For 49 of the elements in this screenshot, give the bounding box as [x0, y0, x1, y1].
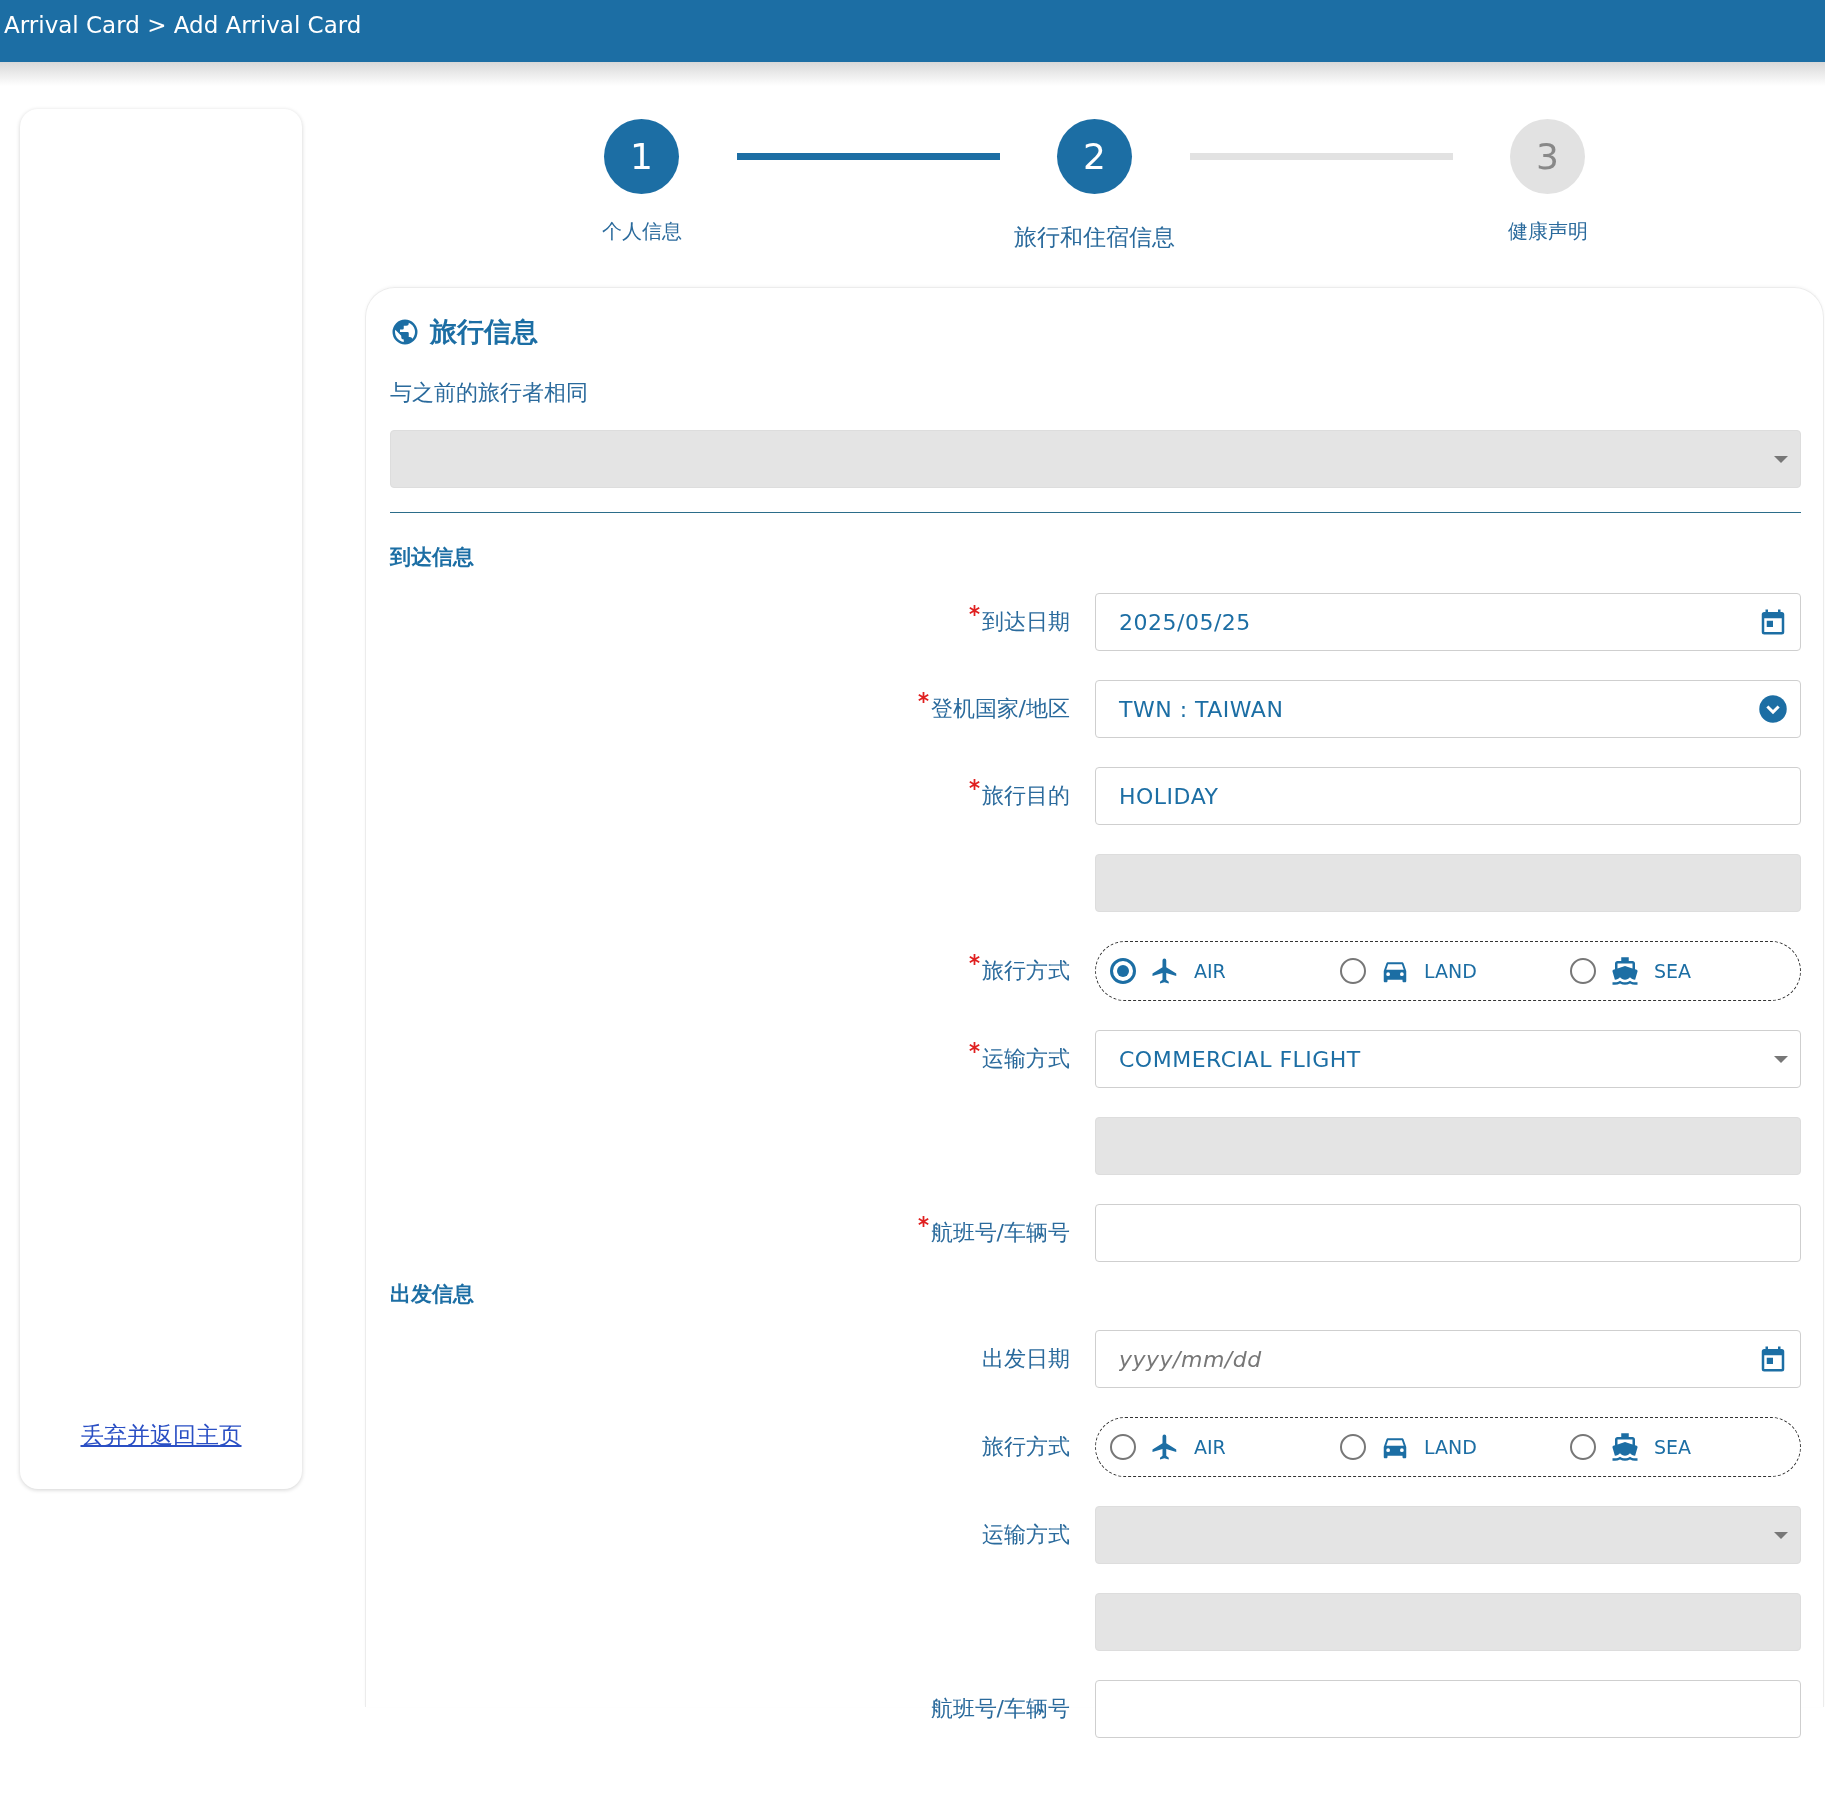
- radio-button[interactable]: [1570, 958, 1596, 984]
- group-heading: 出发信息: [390, 1281, 474, 1308]
- globe-icon: [390, 317, 420, 347]
- section-title: 旅行信息: [430, 315, 538, 349]
- date-input[interactable]: yyyy/mm/dd: [1119, 1346, 1758, 1372]
- field-label: 到达日期: [982, 608, 1070, 636]
- step-circle: 3: [1510, 119, 1585, 194]
- radio-label[interactable]: LAND: [1424, 960, 1477, 982]
- date-field[interactable]: yyyy/mm/dd: [1095, 1330, 1801, 1388]
- discard-link[interactable]: 丢弃并返回主页: [80, 1420, 242, 1451]
- text-input[interactable]: HOLIDAY: [1119, 783, 1788, 809]
- step-circle: 1: [604, 119, 679, 194]
- step-circle: 2: [1057, 119, 1132, 194]
- group-heading: 到达信息: [390, 544, 474, 571]
- field-label: 运输方式: [982, 1521, 1070, 1549]
- field-label: 旅行方式: [982, 957, 1070, 985]
- text-field[interactable]: HOLIDAY: [1095, 767, 1801, 825]
- breadcrumb: Arrival Card > Add Arrival Card: [3, 11, 362, 40]
- radio-button[interactable]: [1110, 1434, 1136, 1460]
- radio-label[interactable]: LAND: [1424, 1436, 1477, 1458]
- date-input[interactable]: 2025/05/25: [1119, 609, 1758, 635]
- text-field[interactable]: [1095, 1680, 1801, 1738]
- radio-button[interactable]: [1340, 958, 1366, 984]
- ship-icon: [1610, 956, 1640, 986]
- field-label: 登机国家/地区: [930, 695, 1070, 723]
- text-field[interactable]: [1095, 1204, 1801, 1262]
- field-label: 出发日期: [982, 1345, 1070, 1373]
- field-label: 与之前的旅行者相同: [390, 379, 589, 407]
- field-label: 航班号/车辆号: [930, 1219, 1070, 1247]
- radio-button[interactable]: [1110, 958, 1136, 984]
- date-field[interactable]: 2025/05/25: [1095, 593, 1801, 651]
- dropdown-chevron-icon[interactable]: [1758, 694, 1788, 724]
- radio-label[interactable]: AIR: [1194, 1436, 1226, 1458]
- radio-label[interactable]: SEA: [1654, 1436, 1692, 1458]
- field-label: 运输方式: [982, 1045, 1070, 1073]
- step-label: 健康声明: [1507, 218, 1588, 245]
- ship-icon: [1610, 1432, 1640, 1462]
- radio-label[interactable]: AIR: [1194, 960, 1226, 982]
- radio-button[interactable]: [1570, 1434, 1596, 1460]
- field-label: 航班号/车辆号: [930, 1695, 1070, 1723]
- step-label: 旅行和住宿信息: [1014, 223, 1175, 252]
- select-field[interactable]: COMMERCIAL FLIGHT: [1095, 1030, 1801, 1088]
- step-label: 个人信息: [601, 218, 682, 245]
- select-field[interactable]: TWN : TAIWAN: [1095, 680, 1801, 738]
- radio-button[interactable]: [1340, 1434, 1366, 1460]
- caret-icon[interactable]: [1774, 1055, 1788, 1063]
- field-label: 旅行目的: [982, 782, 1070, 810]
- field-label: 旅行方式: [982, 1433, 1070, 1461]
- radio-label[interactable]: SEA: [1654, 960, 1692, 982]
